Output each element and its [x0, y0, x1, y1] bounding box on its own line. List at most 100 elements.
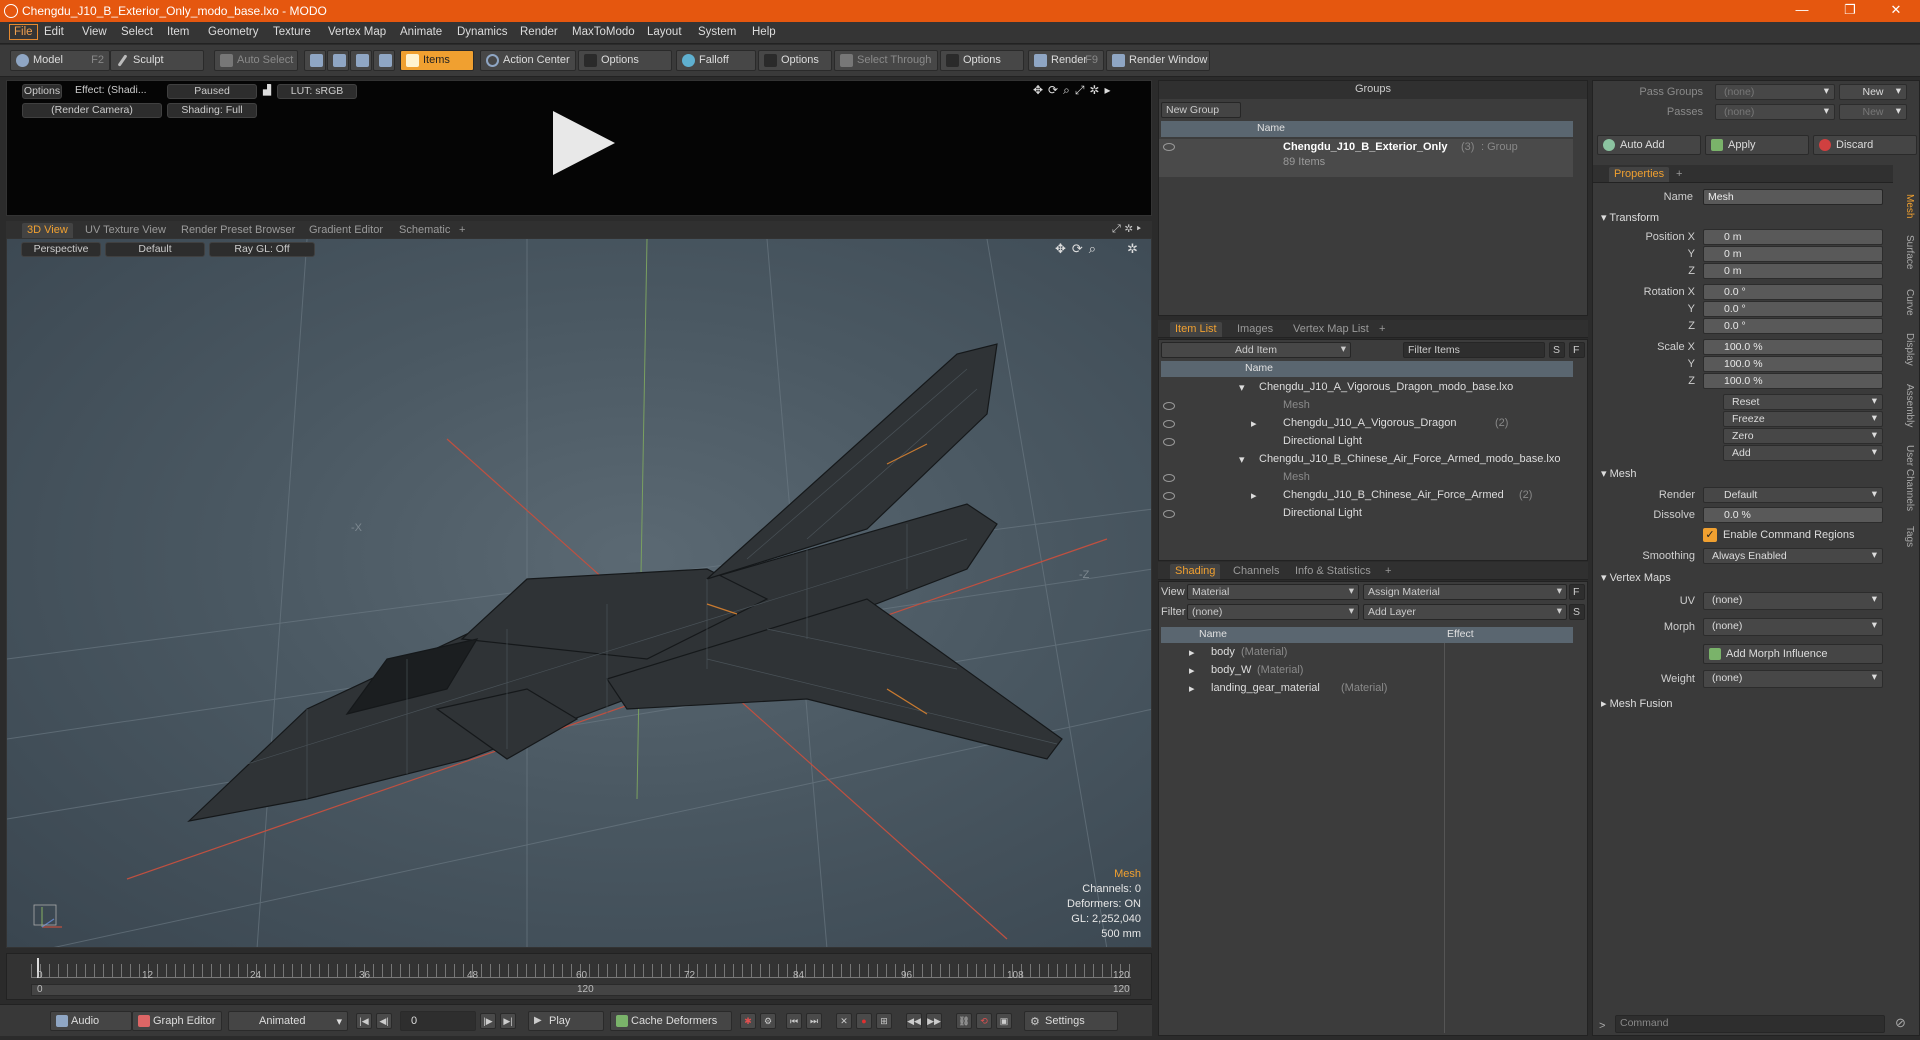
list-item[interactable]: ▸ Chengdu_J10_A_Vigorous_Dragon (2): [1159, 416, 1573, 434]
material-row[interactable]: ▸ body (Material): [1159, 645, 1573, 663]
shading-filter-toggle[interactable]: F: [1569, 584, 1585, 600]
edges-mode-button[interactable]: [327, 50, 349, 71]
uv-dropdown[interactable]: (none): [1703, 592, 1883, 610]
assign-material-dropdown[interactable]: Assign Material: [1363, 584, 1567, 600]
scale-x-field[interactable]: 100.0 %: [1703, 339, 1883, 355]
menu-maxtomodo[interactable]: MaxToModo: [572, 26, 635, 38]
checkbox-checked-icon[interactable]: ✓: [1703, 528, 1717, 542]
visibility-icon[interactable]: [1163, 420, 1175, 428]
visibility-icon[interactable]: [1163, 492, 1175, 500]
preview-options-button[interactable]: Options: [22, 84, 62, 99]
expand-icon[interactable]: ▾: [1239, 381, 1245, 394]
expand-icon[interactable]: ▸: [1189, 682, 1195, 695]
menu-help[interactable]: Help: [752, 26, 776, 38]
reset-icon[interactable]: ⟲: [976, 1013, 992, 1029]
key-filter-icon[interactable]: ✕: [836, 1013, 852, 1029]
vtab-display[interactable]: Display: [1899, 326, 1915, 372]
list-item[interactable]: Mesh: [1159, 470, 1573, 488]
model-mode-button[interactable]: Model F2: [10, 50, 110, 71]
list-item[interactable]: ▸ Chengdu_J10_B_Chinese_Air_Force_Armed (2…: [1159, 488, 1573, 506]
passes-new-button[interactable]: New: [1839, 104, 1907, 120]
position-y-field[interactable]: 0 m: [1703, 246, 1883, 262]
timeline[interactable]: 0 12 24 36 48 60 72 84 96 108 120 0 120 …: [6, 953, 1152, 1000]
menu-file[interactable]: File: [9, 24, 38, 40]
add-tab-button[interactable]: +: [454, 223, 470, 238]
next-frame-button[interactable]: |▶: [480, 1013, 496, 1029]
apply-button[interactable]: Apply: [1705, 135, 1809, 155]
select-through-button[interactable]: Select Through: [834, 50, 938, 71]
key-icon[interactable]: ✱: [740, 1013, 756, 1029]
tab-shading[interactable]: Shading: [1170, 564, 1221, 579]
frame-input[interactable]: 0: [400, 1011, 476, 1031]
view-dropdown[interactable]: Material: [1187, 584, 1359, 600]
materials-mode-button[interactable]: [373, 50, 395, 71]
vtab-curve[interactable]: Curve: [1899, 282, 1915, 322]
viewport-expand-icons[interactable]: ⤢✲▸: [1112, 223, 1145, 236]
list-item[interactable]: Directional Light: [1159, 506, 1573, 524]
dissolve-field[interactable]: 0.0 %: [1703, 507, 1883, 523]
falloff-button[interactable]: Falloff: [676, 50, 756, 71]
rotation-x-field[interactable]: 0.0 °: [1703, 284, 1883, 300]
menu-render[interactable]: Render: [520, 26, 558, 38]
preview-paused-button[interactable]: Paused: [167, 84, 257, 99]
transform-section[interactable]: ▾ Transform: [1601, 211, 1659, 224]
menu-view[interactable]: View: [82, 26, 107, 38]
rotation-y-field[interactable]: 0.0 °: [1703, 301, 1883, 317]
cache-deformers-button[interactable]: Cache Deformers: [610, 1011, 732, 1031]
expand-icon[interactable]: ▸: [1189, 664, 1195, 677]
auto-key-icon[interactable]: ⚙: [760, 1013, 776, 1029]
command-input[interactable]: Command: [1615, 1015, 1885, 1033]
tab-uv-texture-view[interactable]: UV Texture View: [80, 223, 171, 238]
add-dropdown[interactable]: Add: [1723, 445, 1883, 461]
maximize-button[interactable]: ❐: [1830, 2, 1870, 20]
render-window-button[interactable]: Render Window: [1106, 50, 1210, 71]
viewport-perspective-dropdown[interactable]: Perspective: [21, 242, 101, 257]
weight-dropdown[interactable]: (none): [1703, 670, 1883, 688]
go-end-button[interactable]: ▶|: [500, 1013, 516, 1029]
add-morph-influence-button[interactable]: Add Morph Influence: [1703, 644, 1883, 664]
prev-key-button[interactable]: ⏮: [786, 1013, 802, 1029]
select-through-options-button[interactable]: Options: [940, 50, 1024, 71]
group-row[interactable]: Chengdu_J10_B_Exterior_Only (3) : Group …: [1159, 139, 1573, 177]
prev-marker-button[interactable]: ◀◀: [906, 1013, 922, 1029]
vtab-assembly[interactable]: Assembly: [1899, 378, 1915, 434]
menu-animate[interactable]: Animate: [400, 26, 442, 38]
tab-render-preset-browser[interactable]: Render Preset Browser: [176, 223, 300, 238]
tab-images[interactable]: Images: [1232, 322, 1278, 337]
filter-dropdown[interactable]: (none): [1187, 604, 1359, 620]
visibility-icon[interactable]: [1163, 474, 1175, 482]
audio-button[interactable]: Audio: [50, 1011, 132, 1031]
vtab-tags[interactable]: Tags: [1899, 522, 1915, 552]
preview-nav-icons[interactable]: ✥⟳⌕⤢✲▸: [1033, 83, 1116, 98]
animated-dropdown[interactable]: Animated ▾: [228, 1011, 348, 1031]
material-row[interactable]: ▸ landing_gear_material (Material): [1159, 681, 1573, 699]
menu-select[interactable]: Select: [121, 26, 153, 38]
falloff-options-button[interactable]: Options: [758, 50, 832, 71]
render-preview[interactable]: Options Effect: (Shadi... Paused ▟ LUT: …: [6, 80, 1152, 216]
play-icon[interactable]: [553, 111, 615, 175]
lock-icon[interactable]: ▟: [261, 84, 273, 99]
action-center-options-button[interactable]: Options: [578, 50, 672, 71]
shading-search-toggle[interactable]: S: [1569, 604, 1585, 620]
settings-button[interactable]: ⚙ Settings: [1024, 1011, 1118, 1031]
search-toggle-button[interactable]: S: [1549, 342, 1565, 358]
menu-vertex-map[interactable]: Vertex Map: [328, 26, 386, 38]
list-item[interactable]: ▾ Chengdu_J10_B_Chinese_Air_Force_Armed_m…: [1159, 452, 1573, 470]
mesh-section[interactable]: ▾ Mesh: [1601, 467, 1636, 480]
close-button[interactable]: ✕: [1876, 2, 1916, 20]
viewport-default-dropdown[interactable]: Default: [105, 242, 205, 257]
passes-dropdown[interactable]: (none): [1715, 104, 1835, 120]
render-dropdown[interactable]: Default: [1703, 487, 1883, 503]
freeze-dropdown[interactable]: Freeze: [1723, 411, 1883, 427]
command-history-icon[interactable]: ⊘: [1895, 1015, 1906, 1031]
tab-schematic[interactable]: Schematic: [394, 223, 455, 238]
tab-channels[interactable]: Channels: [1228, 564, 1284, 579]
tab-3d-view[interactable]: 3D View: [22, 223, 73, 238]
menu-layout[interactable]: Layout: [647, 26, 682, 38]
expand-icon[interactable]: ▸: [1189, 646, 1195, 659]
tab-properties[interactable]: Properties: [1609, 167, 1670, 182]
bake-icon[interactable]: ▣: [996, 1013, 1012, 1029]
new-group-button[interactable]: New Group: [1161, 102, 1241, 118]
vertex-maps-section[interactable]: ▾ Vertex Maps: [1601, 571, 1671, 584]
tab-info-statistics[interactable]: Info & Statistics: [1290, 564, 1376, 579]
